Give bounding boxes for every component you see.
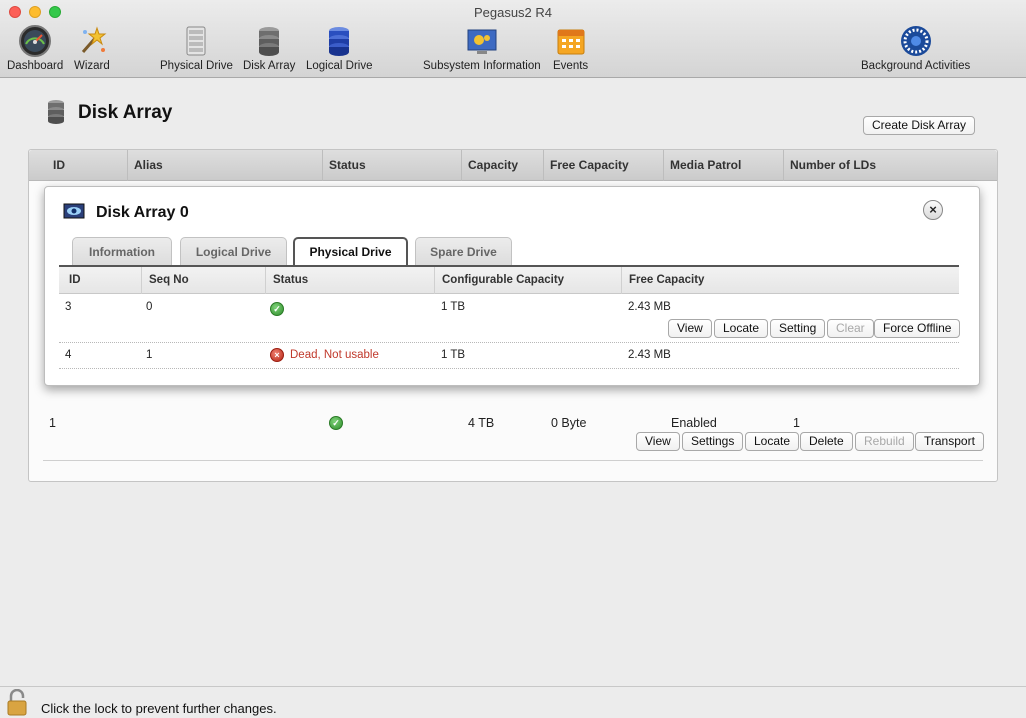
rebuild-button[interactable]: Rebuild: [855, 432, 914, 451]
toolbar-physical-drive[interactable]: Physical Drive: [160, 24, 233, 72]
check-icon: ✓: [270, 302, 284, 316]
column-media-patrol[interactable]: Media Patrol: [663, 150, 783, 181]
table-row[interactable]: 3 0 ✓ 1 TB 2.43 MB View Locate Setting C…: [59, 295, 961, 343]
toolbar-physical-drive-label: Physical Drive: [160, 60, 233, 72]
setting-button[interactable]: Setting: [770, 319, 826, 338]
column-id[interactable]: ID: [59, 267, 141, 294]
toolbar-events[interactable]: Events: [553, 24, 588, 72]
settings-button[interactable]: Settings: [682, 432, 744, 451]
page-title: Disk Array: [78, 102, 173, 123]
view-button[interactable]: View: [668, 319, 712, 338]
popup-title: Disk Array 0: [96, 204, 189, 221]
toolbar-subsystem-information-label: Subsystem Information: [423, 60, 541, 72]
physical-drive-table-header: ID Seq No Status Configurable Capacity F…: [59, 267, 959, 294]
main-content: Disk Array Create Disk Array ID Alias St…: [0, 79, 1026, 685]
toolbar-wizard[interactable]: Wizard: [74, 24, 110, 72]
toolbar-background-activities-label: Background Activities: [861, 60, 971, 72]
row-number-of-lds: 1: [793, 416, 800, 430]
transport-button[interactable]: Transport: [915, 432, 984, 451]
lock-message: Click the lock to prevent further change…: [41, 701, 277, 716]
column-free-capacity[interactable]: Free Capacity: [543, 150, 663, 181]
close-icon[interactable]: ×: [923, 200, 943, 220]
row-id: 4: [65, 349, 72, 361]
row-free-capacity: 2.43 MB: [628, 301, 671, 313]
tab-information[interactable]: Information: [72, 237, 172, 266]
row-media-patrol: Enabled: [671, 416, 717, 430]
disk-array-detail-icon: [63, 203, 85, 219]
events-calendar-icon: [557, 29, 585, 55]
toolbar-events-label: Events: [553, 60, 589, 72]
column-status[interactable]: Status: [265, 267, 434, 294]
tab-spare-drive[interactable]: Spare Drive: [415, 237, 512, 266]
column-configurable-capacity[interactable]: Configurable Capacity: [434, 267, 621, 294]
row-seq-no: 1: [146, 349, 153, 361]
check-icon: ✓: [329, 415, 343, 430]
table-header: ID Alias Status Capacity Free Capacity M…: [29, 150, 997, 181]
background-activities-icon: [900, 26, 931, 56]
lock-bar: Click the lock to prevent further change…: [0, 686, 1026, 718]
toolbar-wizard-label: Wizard: [74, 60, 110, 72]
logical-drive-icon: [329, 27, 350, 56]
physical-drive-icon: [186, 26, 206, 56]
disk-array-icon: [48, 100, 64, 124]
error-icon: ×: [270, 348, 284, 362]
toolbar-logical-drive[interactable]: Logical Drive: [306, 24, 372, 72]
disk-array-detail-popup: Disk Array 0 × Information Logical Drive…: [44, 186, 980, 386]
locate-button[interactable]: Locate: [714, 319, 769, 338]
window-title: Pegasus2 R4: [473, 5, 553, 20]
column-capacity[interactable]: Capacity: [461, 150, 543, 181]
column-id[interactable]: ID: [29, 150, 127, 181]
toolbar-disk-array-label: Disk Array: [243, 60, 296, 72]
row-configurable-capacity: 1 TB: [441, 349, 466, 361]
dashboard-gauge-icon: [19, 25, 52, 57]
row-free-capacity: 0 Byte: [551, 416, 587, 430]
row-id: 1: [49, 416, 56, 430]
table-row[interactable]: 4 1 × Dead, Not usable 1 TB 2.43 MB: [59, 343, 959, 369]
toolbar-subsystem-information[interactable]: Subsystem Information: [423, 24, 541, 72]
window-toolbar: Pegasus2 R4 Dashboard Wizard Physical Dr…: [0, 0, 1026, 78]
row-configurable-capacity: 1 TB: [441, 301, 466, 313]
locate-button[interactable]: Locate: [745, 432, 800, 451]
column-free-capacity[interactable]: Free Capacity: [621, 267, 959, 294]
toolbar-dashboard-label: Dashboard: [7, 60, 64, 72]
clear-button[interactable]: Clear: [827, 319, 874, 338]
view-button[interactable]: View: [636, 432, 680, 451]
tab-physical-drive[interactable]: Physical Drive: [293, 237, 408, 267]
row-seq-no: 0: [146, 301, 153, 313]
column-status[interactable]: Status: [322, 150, 461, 181]
row-capacity: 4 TB: [468, 416, 495, 430]
table-row[interactable]: 1 ✓ 4 TB 0 Byte Enabled 1 View Settings …: [43, 406, 984, 461]
row-id: 3: [65, 301, 72, 313]
lock-icon[interactable]: [6, 689, 28, 717]
create-disk-array-button[interactable]: Create Disk Array: [863, 116, 976, 135]
toolbar-logical-drive-label: Logical Drive: [306, 60, 373, 72]
column-seq-no[interactable]: Seq No: [141, 267, 265, 294]
tab-logical-drive[interactable]: Logical Drive: [180, 237, 287, 266]
toolbar-disk-array[interactable]: Disk Array: [243, 24, 295, 72]
row-status-text: Dead, Not usable: [290, 349, 379, 361]
subsystem-info-icon: [467, 29, 497, 54]
column-alias[interactable]: Alias: [127, 150, 322, 181]
column-number-of-lds[interactable]: Number of LDs: [783, 150, 997, 181]
disk-array-icon: [259, 27, 280, 56]
delete-button[interactable]: Delete: [800, 432, 853, 451]
toolbar-background-activities[interactable]: Background Activities: [861, 24, 970, 72]
row-free-capacity: 2.43 MB: [628, 349, 671, 361]
wizard-wand-icon: [81, 26, 107, 53]
force-offline-button[interactable]: Force Offline: [874, 319, 961, 338]
toolbar-dashboard[interactable]: Dashboard: [7, 24, 63, 72]
